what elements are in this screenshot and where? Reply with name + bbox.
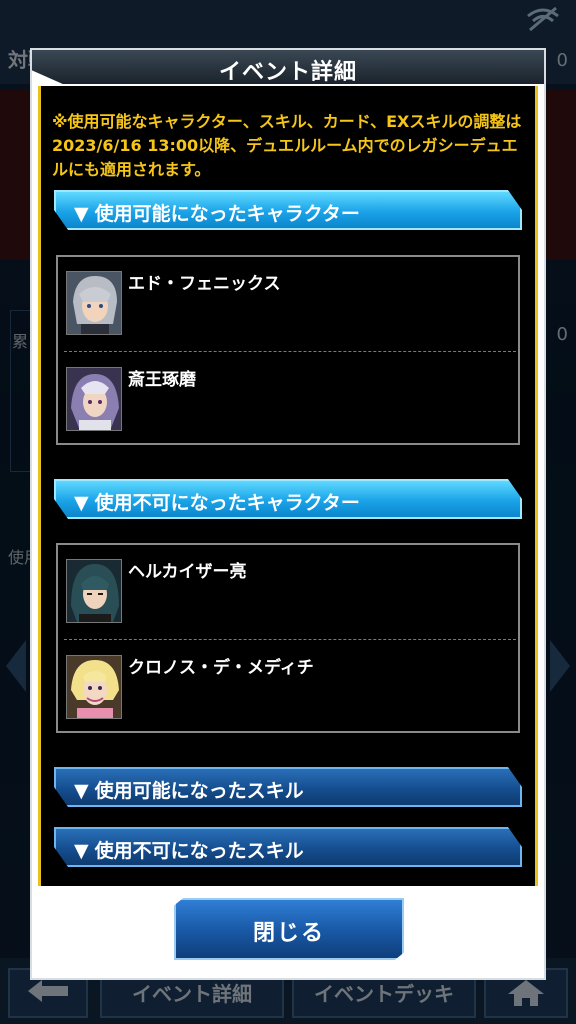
- section-available-skills[interactable]: ▼ 使用可能になったスキル: [54, 767, 522, 807]
- character-name: ヘルカイザー亮: [128, 562, 247, 582]
- teal-hair-portrait: [66, 559, 122, 623]
- available-characters-list: エド・フェニックス 斎王琢磨: [56, 255, 520, 445]
- list-item[interactable]: クロノス・デ・メディチ: [58, 641, 518, 735]
- section-label: 使用可能になったキャラクター: [94, 203, 360, 225]
- list-item[interactable]: ヘルカイザー亮: [58, 545, 518, 639]
- connection-status-icon: [527, 6, 559, 32]
- list-divider: [64, 351, 516, 352]
- unavailable-characters-list: ヘルカイザー亮 クロノス・デ・メディチ: [56, 543, 520, 733]
- expand-triangle-icon: ▼: [74, 492, 89, 514]
- section-unavailable-characters[interactable]: ▼ 使用不可になったキャラクター: [54, 479, 522, 519]
- section-available-characters[interactable]: ▼ 使用可能になったキャラクター: [54, 190, 522, 230]
- list-item[interactable]: 斎王琢磨: [58, 353, 518, 447]
- section-label: 使用可能になったスキル: [94, 780, 304, 802]
- list-item[interactable]: エド・フェニックス: [58, 257, 518, 351]
- notice-text: ※使用可能なキャラクター、スキル、カード、EXスキルの調整は2023/6/16 …: [52, 112, 522, 179]
- purple-hair-portrait: [66, 367, 122, 431]
- expand-triangle-icon: ▼: [74, 780, 89, 802]
- expand-triangle-icon: ▼: [74, 203, 89, 225]
- character-name: 斎王琢磨: [128, 370, 196, 390]
- close-button[interactable]: 閉じる: [174, 898, 404, 960]
- section-label: 使用不可になったキャラクター: [94, 492, 360, 514]
- silver-hair-portrait: [66, 271, 122, 335]
- dialog-title: イベント詳細: [218, 60, 357, 85]
- character-name: エド・フェニックス: [128, 274, 281, 294]
- section-unavailable-skills[interactable]: ▼ 使用不可になったスキル: [54, 827, 522, 867]
- expand-triangle-icon: ▼: [74, 840, 89, 862]
- blonde-hair-portrait: [66, 655, 122, 719]
- character-name: クロノス・デ・メディチ: [128, 658, 314, 678]
- list-divider: [64, 639, 516, 640]
- section-label: 使用不可になったスキル: [94, 840, 304, 862]
